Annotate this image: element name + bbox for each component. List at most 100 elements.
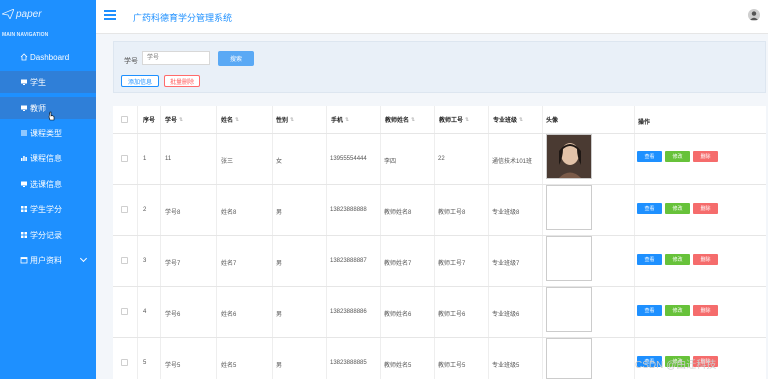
monitor-icon [20,104,28,112]
delete-button[interactable]: 删除 [693,254,718,265]
menu-toggle-icon[interactable] [104,10,116,20]
search-label: 学号 [124,58,138,65]
edit-button[interactable]: 修改 [665,254,690,265]
avatar-photo[interactable] [546,338,592,379]
sort-icon: ⇅ [411,116,416,123]
monitor-icon [20,78,28,86]
header-teacher-name[interactable]: 教师姓名 ⇅ [385,106,415,133]
row-checkbox[interactable] [121,308,128,315]
sidebar-item-credit-records[interactable]: 学分记录 [0,224,96,246]
sidebar-item-student-credits[interactable]: 学生学分 [0,198,96,220]
sort-icon: ⇅ [345,116,350,123]
header-actions: 操作 [638,120,651,126]
cell-gender: 男 [276,210,283,216]
header-name[interactable]: 姓名 ⇅ [221,106,239,133]
cell-student-no: 11 [165,156,172,162]
cell-name: 姓名8 [221,210,237,216]
cell-name: 姓名5 [221,363,237,369]
sidebar-item-label: 学生学分 [30,204,62,214]
cell-name: 张三 [221,159,234,165]
avatar[interactable] [748,9,760,21]
row-checkbox[interactable] [121,257,128,264]
header-index: 序号 [143,118,156,124]
cell-phone: 13823888887 [330,258,367,264]
cell-class: 专业班级5 [492,363,520,369]
sidebar-item-course-info[interactable]: 课程信息 [0,147,96,169]
cell-gender: 男 [276,363,283,369]
edit-button[interactable]: 修改 [665,203,690,214]
search-button[interactable]: 搜索 [218,51,254,66]
batch-delete-button[interactable]: 批量删除 [164,75,200,87]
cell-name: 姓名6 [221,312,237,318]
header-gender[interactable]: 性别 ⇅ [276,106,294,133]
cell-gender: 男 [276,312,283,318]
delete-button[interactable]: 删除 [693,151,718,162]
delete-button[interactable]: 删除 [693,305,718,316]
sort-icon: ⇅ [235,116,240,123]
sidebar-item-label: 课程类型 [30,128,62,138]
grid-icon [20,231,28,239]
sidebar-item-label: 课程信息 [30,153,62,163]
cell-index: 2 [143,207,147,213]
delete-button[interactable]: 删除 [693,203,718,214]
sidebar-item-label: 选课信息 [30,179,62,189]
sidebar-item-label: Dashboard [30,52,70,62]
header-phone[interactable]: 手机 ⇅ [331,106,349,133]
list-icon [20,129,28,137]
view-button[interactable]: 查看 [637,203,662,214]
cell-teacher-name: 教师姓名5 [384,363,412,369]
avatar-photo[interactable] [546,185,592,230]
logo-text: paper [16,8,42,20]
cell-phone: 13823888885 [330,360,367,366]
sidebar-item-label: 用户资料 [30,255,62,265]
sidebar-item-enrollment[interactable]: 选课信息 [0,173,96,195]
cell-class: 通信技术101班 [492,159,533,165]
edit-button[interactable]: 修改 [665,151,690,162]
row-checkbox[interactable] [121,155,128,162]
sidebar-item-label: 学生 [30,77,46,87]
row-checkbox[interactable] [121,359,128,366]
app-logo[interactable]: paper [2,7,42,21]
watermark: CSDN @由迁科技 [635,360,717,371]
header-class[interactable]: 专业班级 ⇅ [493,106,523,133]
sidebar-item-course-types[interactable]: 课程类型 [0,122,96,144]
view-button[interactable]: 查看 [637,151,662,162]
cursor-hand-icon [48,111,55,121]
search-input[interactable] [142,51,210,65]
sidebar-item-students[interactable]: 学生 [0,71,110,93]
cell-class: 专业班级7 [492,261,520,267]
avatar-photo[interactable] [546,236,592,281]
data-table: 序号 学号 ⇅ 姓名 ⇅ 性别 ⇅ 手机 ⇅ 教师姓名 ⇅ 教师工号 ⇅ 专业班级 ⇅ 头像 … [113,106,766,379]
sort-icon: ⇅ [519,116,524,123]
cell-student-no: 学号8 [165,210,181,216]
sidebar-item-user-profile[interactable]: 用户资料 [0,249,96,271]
select-all-checkbox[interactable] [121,116,128,123]
sort-icon: ⇅ [179,116,184,123]
search-panel [113,41,766,93]
app-title: 广药科德育学分管理系统 [133,13,233,23]
view-button[interactable]: 查看 [637,305,662,316]
add-button[interactable]: 添加信息 [121,75,159,87]
cell-gender: 女 [276,159,283,165]
header-student-no[interactable]: 学号 ⇅ [165,106,183,133]
cell-teacher-name: 教师姓名8 [384,210,412,216]
cell-teacher-no: 教师工号5 [438,363,466,369]
sort-icon: ⇅ [290,116,295,123]
cell-teacher-name: 教师姓名7 [384,261,412,267]
bar-chart-icon [20,154,28,162]
cell-index: 1 [143,156,147,162]
cell-student-no: 学号6 [165,312,181,318]
header-teacher-no[interactable]: 教师工号 ⇅ [439,106,469,133]
cell-index: 5 [143,360,147,366]
avatar-photo[interactable] [546,287,592,332]
edit-button[interactable]: 修改 [665,305,690,316]
sidebar-item-dashboard[interactable]: Dashboard [0,46,96,68]
top-bar: 广药科德育学分管理系统 [96,0,768,34]
monitor-icon [20,180,28,188]
view-button[interactable]: 查看 [637,254,662,265]
row-checkbox[interactable] [121,206,128,213]
cell-index: 3 [143,258,147,264]
header-avatar: 头像 [546,118,559,124]
sidebar-item-label: 教师 [30,103,46,113]
avatar-photo[interactable] [546,134,592,179]
